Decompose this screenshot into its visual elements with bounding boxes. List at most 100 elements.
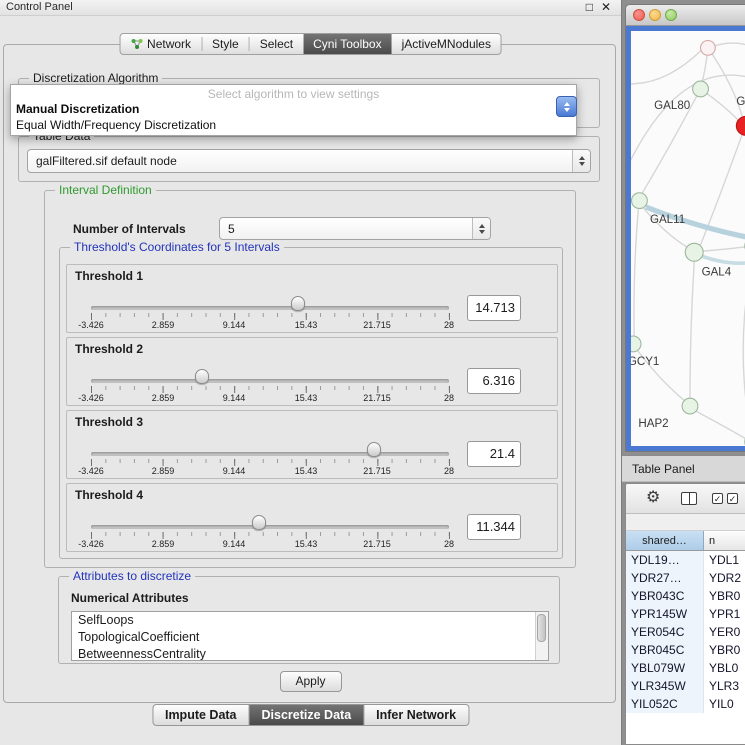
table-row[interactable]: YBL079WYBL0 <box>626 659 745 677</box>
control-panel-window: Control Panel □ ✕ Network <box>0 0 622 745</box>
cell-shared-name[interactable]: YBR043C <box>626 587 704 605</box>
table-row[interactable]: YLR345WYLR3 <box>626 677 745 695</box>
algorithm-combo-stepper[interactable] <box>556 96 577 117</box>
cell-name[interactable]: YPR1 <box>704 605 745 623</box>
cell-shared-name[interactable]: YLR345W <box>626 677 704 695</box>
desktop: Control Panel □ ✕ Network <box>0 0 745 745</box>
number-of-intervals-combo[interactable]: 5 <box>219 217 491 240</box>
threshold-3-panel: Threshold 3 -3.426 2.859 9.144 15.43 21.… <box>66 410 558 479</box>
node-label-gcy1: GCY1 <box>631 356 659 368</box>
network-window-titlebar[interactable] <box>626 5 745 26</box>
right-region: GAL80 GA GAL11 GAL4 GCY1 HAP2 Table Pane… <box>622 0 745 745</box>
network-node-gal11[interactable] <box>632 193 648 209</box>
scale-label: -3.426 <box>78 393 104 403</box>
cell-shared-name[interactable]: YBL079W <box>626 659 704 677</box>
list-item[interactable]: BetweennessCentrality <box>72 646 548 661</box>
table-data-combo-stepper[interactable] <box>572 150 590 172</box>
list-item[interactable]: TopologicalCoefficient <box>72 629 548 646</box>
apply-button[interactable]: Apply <box>280 671 342 692</box>
node-label-gal4: GAL4 <box>702 266 732 278</box>
number-of-intervals-stepper[interactable] <box>472 218 490 239</box>
algorithm-option-equal-width[interactable]: Equal Width/Frequency Discretization <box>16 118 216 132</box>
checkbox-icon[interactable]: ✓ <box>712 493 723 504</box>
tab-infer-network[interactable]: Infer Network <box>363 705 468 725</box>
close-traffic-light[interactable] <box>633 9 645 21</box>
threshold-3-slider-track[interactable] <box>91 452 449 456</box>
table-row[interactable]: YPR145WYPR1 <box>626 605 745 623</box>
network-canvas[interactable]: GAL80 GA GAL11 GAL4 GCY1 HAP2 <box>626 26 745 451</box>
cell-shared-name[interactable]: YDL19… <box>626 551 704 569</box>
threshold-2-slider-thumb[interactable] <box>195 369 209 384</box>
cell-name[interactable]: YBL0 <box>704 659 745 677</box>
minimize-traffic-light[interactable] <box>649 9 661 21</box>
network-view-window: GAL80 GA GAL11 GAL4 GCY1 HAP2 <box>625 4 745 452</box>
table-row[interactable]: YBR043CYBR0 <box>626 587 745 605</box>
network-node-gcy1[interactable] <box>631 336 641 352</box>
threshold-2-value-field[interactable]: 6.316 <box>467 368 521 394</box>
table-row[interactable]: YDL19…YDL1 <box>626 551 745 569</box>
table-data-combo[interactable]: galFiltered.sif default node <box>27 149 591 173</box>
table-columns-icon[interactable] <box>681 492 697 505</box>
algorithm-option-manual[interactable]: Manual Discretization <box>16 102 139 116</box>
float-window-icon[interactable]: □ <box>586 0 593 14</box>
cell-name[interactable]: YDR2 <box>704 569 745 587</box>
network-node-gal80[interactable] <box>693 81 709 97</box>
numerical-attributes-label: Numerical Attributes <box>71 591 189 605</box>
network-node[interactable] <box>701 40 716 55</box>
attributes-group-title: Attributes to discretize <box>69 569 195 583</box>
tab-network[interactable]: Network <box>120 34 201 54</box>
node-label-ga: GA <box>736 96 745 108</box>
cell-shared-name[interactable]: YBR045C <box>626 641 704 659</box>
cell-shared-name[interactable]: YIL052C <box>626 695 704 713</box>
table-row[interactable]: YIL052CYIL0 <box>626 695 745 713</box>
threshold-1-slider-track[interactable] <box>91 306 449 310</box>
cell-name[interactable]: YBR0 <box>704 587 745 605</box>
scale-label: 28 <box>444 320 454 330</box>
tab-jactivemnodules[interactable]: jActiveMNodules <box>392 34 501 54</box>
algorithm-popup-hint: Select algorithm to view settings <box>11 87 576 101</box>
threshold-4-value-field[interactable]: 11.344 <box>467 514 521 540</box>
table-row[interactable]: YDR27…YDR2 <box>626 569 745 587</box>
network-node-hap2[interactable] <box>682 398 698 414</box>
column-header-shared-name[interactable]: shared… <box>626 531 704 551</box>
gear-icon[interactable]: ⚙ <box>646 489 660 507</box>
tab-discretize-data[interactable]: Discretize Data <box>249 705 364 725</box>
tab-network-label: Network <box>147 37 191 51</box>
tab-jactivemnodules-label: jActiveMNodules <box>402 37 491 51</box>
tab-cyni-toolbox[interactable]: Cyni Toolbox <box>303 34 391 54</box>
cell-name[interactable]: YDL1 <box>704 551 745 569</box>
threshold-1-slider-thumb[interactable] <box>291 296 305 311</box>
table-row[interactable]: YBR045CYBR0 <box>626 641 745 659</box>
zoom-traffic-light[interactable] <box>665 9 677 21</box>
threshold-2-slider-track[interactable] <box>91 379 449 383</box>
cell-shared-name[interactable]: YPR145W <box>626 605 704 623</box>
interval-definition-group: Interval Definition Number of Intervals … <box>44 190 576 568</box>
cell-shared-name[interactable]: YER054C <box>626 623 704 641</box>
cell-shared-name[interactable]: YDR27… <box>626 569 704 587</box>
stepper-up-icon <box>479 224 485 228</box>
list-scrollbar[interactable] <box>535 612 548 660</box>
cell-name[interactable]: YLR3 <box>704 677 745 695</box>
cell-name[interactable]: YER0 <box>704 623 745 641</box>
tab-select[interactable]: Select <box>250 34 303 54</box>
list-item[interactable]: SelfLoops <box>72 612 548 629</box>
node-label-gal11: GAL11 <box>650 214 685 226</box>
close-window-icon[interactable]: ✕ <box>601 0 611 14</box>
table-row[interactable]: YER054CYER0 <box>626 623 745 641</box>
network-node-gal4[interactable] <box>685 243 703 261</box>
threshold-4-slider-track[interactable] <box>91 525 449 529</box>
stepper-down-icon <box>479 230 485 234</box>
threshold-1-value-field[interactable]: 14.713 <box>467 295 521 321</box>
tab-infer-network-label: Infer Network <box>376 708 456 722</box>
threshold-3-slider-thumb[interactable] <box>367 442 381 457</box>
list-scrollbar-thumb[interactable] <box>537 614 546 642</box>
threshold-4-slider-thumb[interactable] <box>252 515 266 530</box>
tab-style-label: Style <box>212 37 239 51</box>
cell-name[interactable]: YBR0 <box>704 641 745 659</box>
checkbox-icon[interactable]: ✓ <box>727 493 738 504</box>
tab-style[interactable]: Style <box>202 34 249 54</box>
tab-impute-data[interactable]: Impute Data <box>153 705 249 725</box>
column-header-name[interactable]: n <box>704 531 745 551</box>
threshold-3-value-field[interactable]: 21.4 <box>467 441 521 467</box>
cell-name[interactable]: YIL0 <box>704 695 745 713</box>
